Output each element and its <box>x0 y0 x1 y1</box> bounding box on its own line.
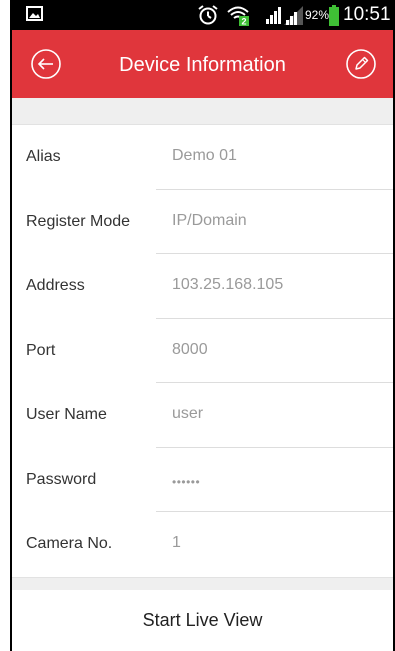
camera-no-label: Camera No. <box>26 535 113 552</box>
user-name-value: user <box>172 405 204 422</box>
signal-icon <box>266 7 281 24</box>
wifi-icon: 2 <box>227 6 249 27</box>
password-row: Password •••••• <box>12 448 393 512</box>
address-row: Address 103.25.168.105 <box>12 254 393 319</box>
svg-text:2: 2 <box>242 17 247 27</box>
password-label: Password <box>26 470 97 488</box>
register-mode-label: Register Mode <box>26 212 131 230</box>
register-mode-value: IP/Domain <box>172 211 247 229</box>
camera-no-value: 1 <box>172 534 181 551</box>
battery-icon <box>329 5 339 26</box>
device-screen: 2 92% 10:51 AM Device Information <box>12 0 393 651</box>
section-spacer-bottom <box>12 577 393 591</box>
status-bar: 2 92% 10:51 AM <box>12 0 393 30</box>
alias-value: Demo 01 <box>172 147 237 164</box>
device-info-list: Alias Demo 01 Register Mode IP/Domain Ad… <box>12 125 393 577</box>
register-mode-row: Register Mode IP/Domain <box>12 190 393 254</box>
battery-percent: 92% <box>305 8 330 22</box>
address-value: 103.25.168.105 <box>172 276 284 293</box>
alarm-icon <box>198 5 218 25</box>
page-title: Device Information <box>119 54 286 76</box>
user-name-label: User Name <box>26 406 107 423</box>
camera-no-row: Camera No. 1 <box>12 512 393 577</box>
status-time: 10:51 AM <box>343 4 393 25</box>
start-live-view-button[interactable]: Start Live View <box>12 590 393 651</box>
picture-icon <box>26 6 43 21</box>
port-label: Port <box>26 341 56 359</box>
password-value: •••••• <box>172 474 201 489</box>
app-header: Device Information <box>12 30 393 98</box>
port-row: Port 8000 <box>12 319 393 383</box>
alias-row: Alias Demo 01 <box>12 125 393 190</box>
address-label: Address <box>26 277 85 294</box>
signal-strength-icon <box>284 6 303 25</box>
alias-label: Alias <box>26 148 61 165</box>
section-spacer <box>12 98 393 125</box>
pencil-icon[interactable] <box>345 48 377 80</box>
user-name-row: User Name user <box>12 383 393 448</box>
port-value: 8000 <box>172 340 208 358</box>
